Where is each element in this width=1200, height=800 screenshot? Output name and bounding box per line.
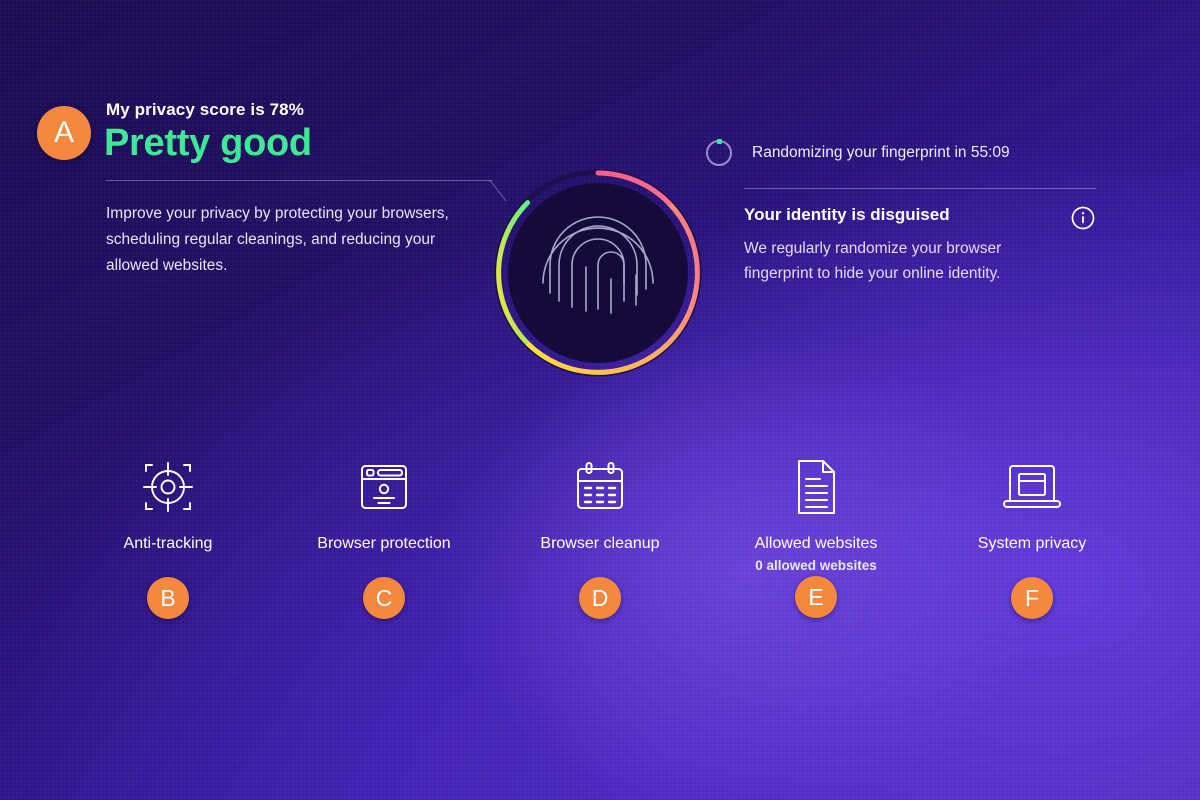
feature-tiles: Anti-tracking B Browser protection C Bro… <box>60 455 1140 619</box>
background-texture <box>0 0 1200 800</box>
browser-window-user-icon <box>355 455 413 519</box>
tile-label: Allowed websites <box>754 535 878 552</box>
privacy-dashboard: A My privacy score is 78% Pretty good Im… <box>0 0 1200 800</box>
info-icon[interactable] <box>1070 205 1096 231</box>
step-badge-f[interactable]: F <box>1011 577 1053 619</box>
step-badge-a[interactable]: A <box>37 106 91 160</box>
tile-label: Browser protection <box>317 535 451 552</box>
privacy-score-title: Pretty good <box>104 122 312 164</box>
right-divider <box>744 188 1096 189</box>
step-badge-c[interactable]: C <box>363 577 405 619</box>
identity-panel-description: We regularly randomize your browser fing… <box>744 240 1002 282</box>
tile-allowed-websites[interactable]: Allowed websites 0 allowed websites E <box>708 455 924 619</box>
fingerprint-dial[interactable] <box>490 165 706 381</box>
randomize-status-text: Randomizing your fingerprint in 55:09 <box>752 144 1010 161</box>
step-badge-e[interactable]: E <box>795 576 837 618</box>
privacy-score-text: My privacy score is 78% <box>106 100 304 119</box>
calendar-icon <box>571 455 629 519</box>
tile-anti-tracking[interactable]: Anti-tracking B <box>60 455 276 619</box>
step-badge-b[interactable]: B <box>147 577 189 619</box>
step-badge-d[interactable]: D <box>579 577 621 619</box>
randomize-status-row: Randomizing your fingerprint in 55:09 <box>706 139 1010 166</box>
document-icon <box>789 455 843 519</box>
crosshair-target-icon <box>137 455 199 519</box>
privacy-description: Improve your privacy by protecting your … <box>106 205 449 274</box>
tile-browser-protection[interactable]: Browser protection C <box>276 455 492 619</box>
tile-system-privacy[interactable]: System privacy F <box>924 455 1140 619</box>
laptop-icon <box>1000 455 1064 519</box>
tile-label: Browser cleanup <box>540 535 660 552</box>
tile-label: System privacy <box>977 535 1087 552</box>
progress-ring-icon <box>706 139 732 166</box>
identity-panel-title: Your identity is disguised <box>744 205 950 224</box>
fingerprint-icon <box>542 216 654 314</box>
tile-browser-cleanup[interactable]: Browser cleanup D <box>492 455 708 619</box>
allowed-websites-count: 0 allowed websites <box>755 558 877 573</box>
tile-label: Anti-tracking <box>123 535 213 552</box>
left-divider <box>106 180 492 181</box>
